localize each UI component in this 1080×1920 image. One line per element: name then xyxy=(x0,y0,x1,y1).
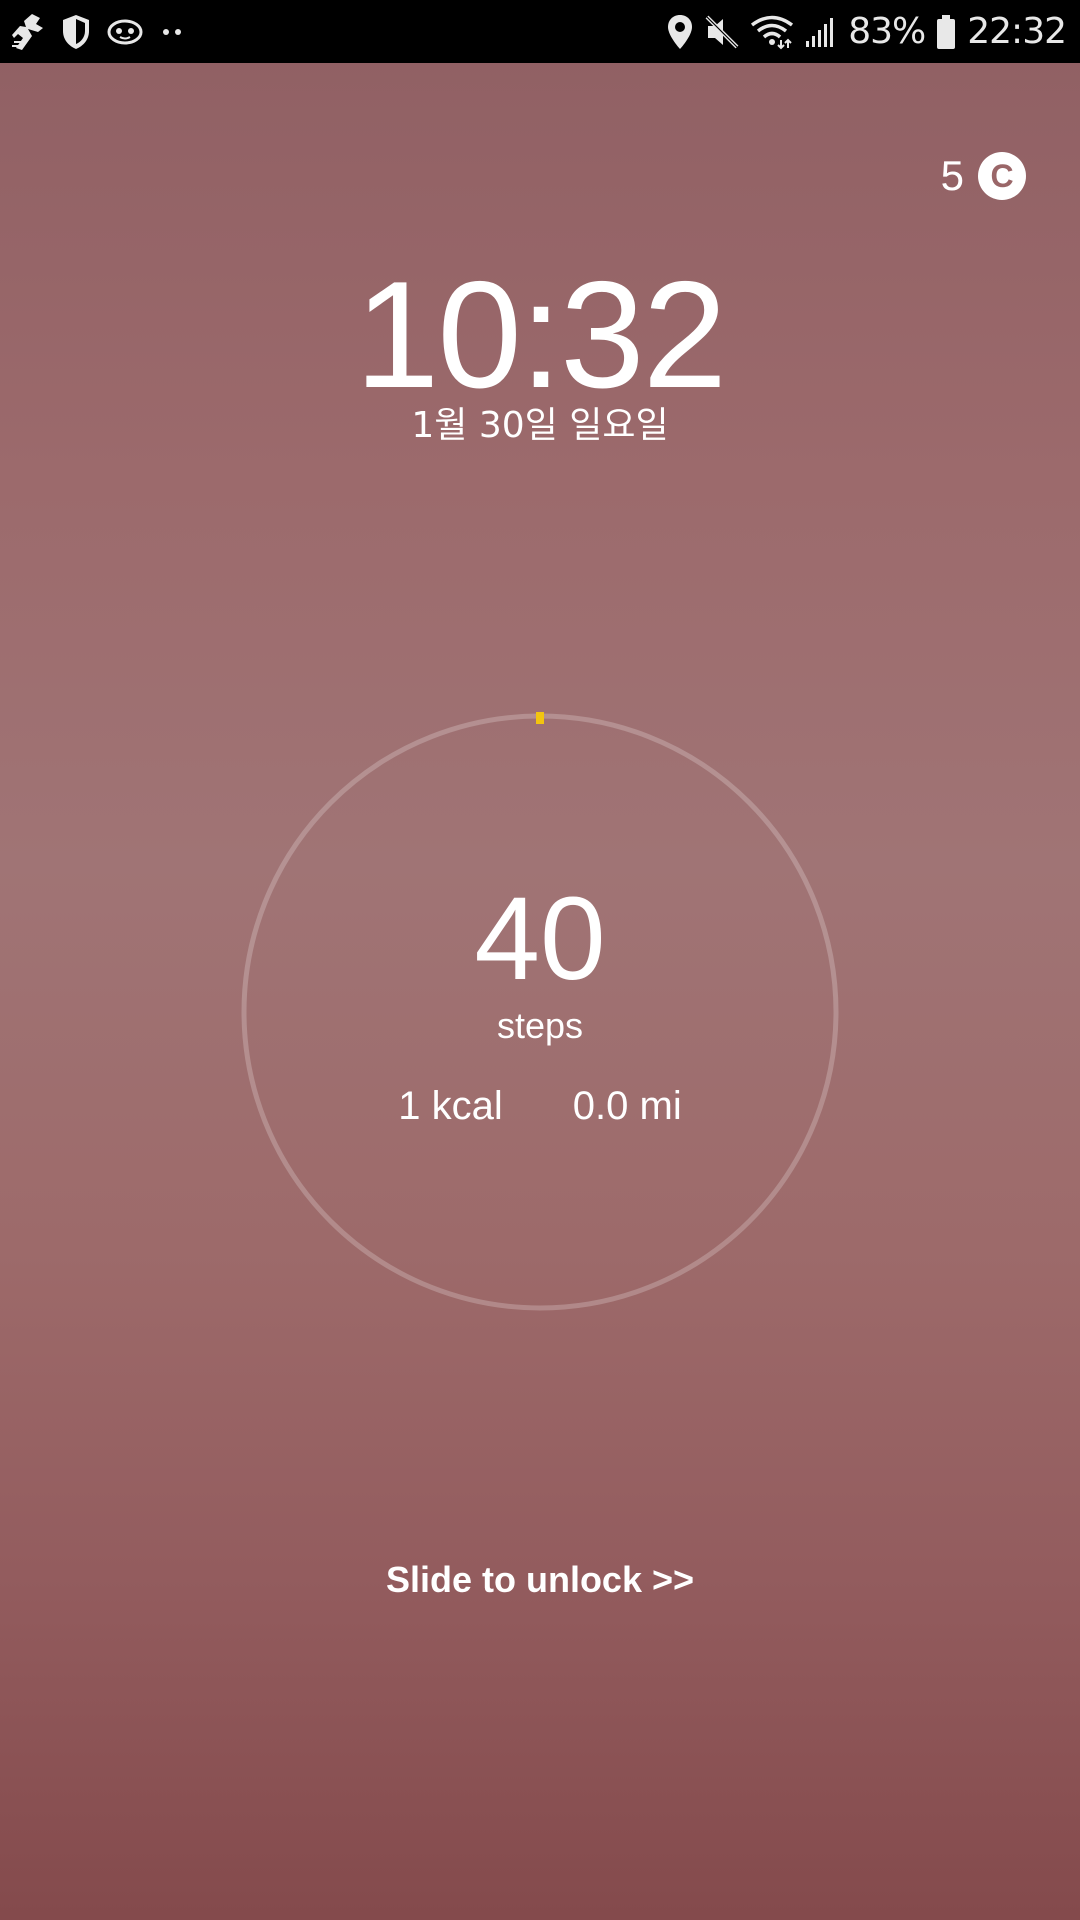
lockscreen-date: 1월 30일 일요일 xyxy=(411,405,669,446)
battery-percent: 83% xyxy=(848,11,926,52)
status-notification-icons xyxy=(10,0,200,63)
status-time: 22:32 xyxy=(967,11,1067,52)
distance-value: 0.0 mi xyxy=(572,1084,682,1128)
steps-count: 40 xyxy=(474,873,606,1005)
signal-icon xyxy=(804,15,838,49)
celsius-icon: C xyxy=(978,152,1026,200)
progress-marker xyxy=(536,712,544,724)
slide-to-unlock[interactable]: Slide to unlock >> xyxy=(0,1556,1080,1604)
wifi-icon xyxy=(750,14,794,50)
lock-screen: 83% 22:32 5 C 10:32 1월 30일 일요일 40 steps … xyxy=(0,0,1080,1920)
mute-icon xyxy=(704,14,740,50)
weather-temperature: 5 xyxy=(940,152,964,199)
location-icon xyxy=(666,13,694,51)
face-app-icon xyxy=(106,17,144,47)
steps-label: steps xyxy=(496,1005,584,1046)
battery-icon xyxy=(935,14,957,50)
runner-app-icon xyxy=(10,12,46,52)
step-progress-ring: 40 steps 1 kcal 0.0 mi xyxy=(240,712,840,1312)
lockscreen-clock: 10:32 xyxy=(354,250,727,420)
activity-stats: 1 kcal 0.0 mi xyxy=(240,1082,840,1130)
weather-widget[interactable]: 5 C xyxy=(941,152,1026,200)
more-dots-icon xyxy=(158,22,186,42)
calories-value: 1 kcal xyxy=(398,1084,503,1128)
status-bar: 83% 22:32 xyxy=(0,0,1080,63)
shield-icon xyxy=(60,13,92,51)
status-system-icons: 83% 22:32 xyxy=(656,0,1067,63)
